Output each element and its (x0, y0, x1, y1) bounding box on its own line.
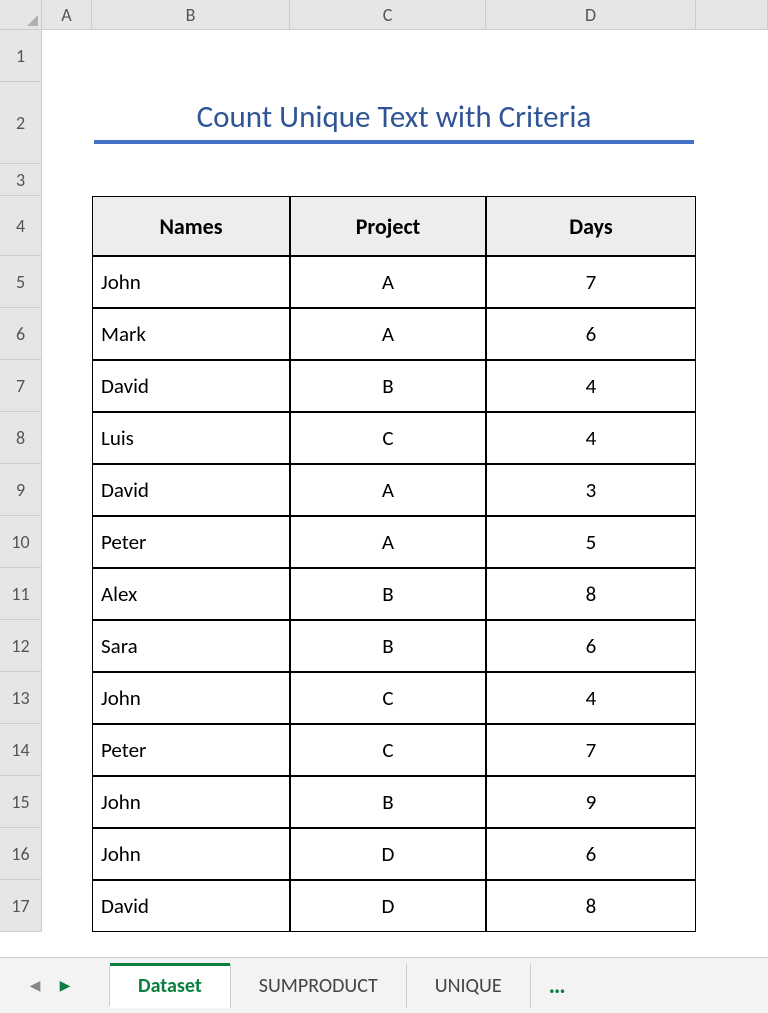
cell-name[interactable]: Peter (92, 516, 290, 568)
cell-name[interactable]: Alex (92, 568, 290, 620)
cell-days[interactable]: 5 (486, 516, 696, 568)
col-header-blank[interactable] (696, 0, 768, 30)
cell-name[interactable]: David (92, 464, 290, 516)
cell-project[interactable]: C (290, 412, 486, 464)
cell-days[interactable]: 4 (486, 672, 696, 724)
col-header-B[interactable]: B (92, 0, 290, 30)
col-header-A[interactable]: A (42, 0, 92, 30)
cell-days[interactable]: 3 (486, 464, 696, 516)
col-header-D[interactable]: D (486, 0, 696, 30)
cell-name[interactable]: John (92, 256, 290, 308)
tab-dataset[interactable]: Dataset (110, 964, 231, 1008)
tab-sumproduct[interactable]: SUMPRODUCT (231, 964, 407, 1008)
cell-days[interactable]: 6 (486, 620, 696, 672)
row-header-4[interactable]: 4 (0, 196, 42, 256)
select-all-corner[interactable] (0, 0, 42, 30)
spreadsheet-grid: A B C D 1 2 3 4 5 6 7 8 9 10 11 12 13 14… (0, 0, 768, 953)
row-header-9[interactable]: 9 (0, 464, 42, 516)
cell-name[interactable]: John (92, 672, 290, 724)
tab-spacer (80, 966, 110, 1006)
cell-name[interactable]: Mark (92, 308, 290, 360)
cell-project[interactable]: C (290, 724, 486, 776)
sheet-tabstrip: ◀ ▶ Dataset SUMPRODUCT UNIQUE … (0, 957, 768, 1013)
row-header-15[interactable]: 15 (0, 776, 42, 828)
cell-name[interactable]: Peter (92, 724, 290, 776)
cell-project[interactable]: C (290, 672, 486, 724)
cell-project[interactable]: D (290, 828, 486, 880)
header-project[interactable]: Project (290, 196, 486, 256)
row-header-6[interactable]: 6 (0, 308, 42, 360)
cell-days[interactable]: 7 (486, 256, 696, 308)
col-header-C[interactable]: C (290, 0, 486, 30)
header-names[interactable]: Names (92, 196, 290, 256)
row-header-1[interactable]: 1 (0, 30, 42, 82)
tab-more-button[interactable]: … (531, 971, 584, 1000)
row-header-13[interactable]: 13 (0, 672, 42, 724)
cell-days[interactable]: 9 (486, 776, 696, 828)
row-header-14[interactable]: 14 (0, 724, 42, 776)
header-days[interactable]: Days (486, 196, 696, 256)
cell-days[interactable]: 6 (486, 828, 696, 880)
cell-name[interactable]: John (92, 828, 290, 880)
cell-project[interactable]: A (290, 256, 486, 308)
row-header-17[interactable]: 17 (0, 880, 42, 932)
row-header-3[interactable]: 3 (0, 164, 42, 196)
cell-project[interactable]: A (290, 308, 486, 360)
page-title[interactable]: Count Unique Text with Criteria (92, 82, 696, 164)
row-header-8[interactable]: 8 (0, 412, 42, 464)
cell-project[interactable]: B (290, 620, 486, 672)
title-text: Count Unique Text with Criteria (197, 98, 592, 136)
cell-name[interactable]: David (92, 880, 290, 932)
cell-project[interactable]: B (290, 776, 486, 828)
cell-project[interactable]: B (290, 360, 486, 412)
cell-days[interactable]: 7 (486, 724, 696, 776)
cell-project[interactable]: A (290, 516, 486, 568)
cell-project[interactable]: D (290, 880, 486, 932)
tab-nav-prev-icon[interactable]: ◀ (20, 971, 50, 1001)
cell-days[interactable]: 4 (486, 412, 696, 464)
row-header-16[interactable]: 16 (0, 828, 42, 880)
cell-name[interactable]: Luis (92, 412, 290, 464)
row-header-7[interactable]: 7 (0, 360, 42, 412)
row-header-10[interactable]: 10 (0, 516, 42, 568)
row-header-5[interactable]: 5 (0, 256, 42, 308)
cell-project[interactable]: A (290, 464, 486, 516)
cell-name[interactable]: Sara (92, 620, 290, 672)
row-header-12[interactable]: 12 (0, 620, 42, 672)
cell-days[interactable]: 8 (486, 568, 696, 620)
cell-days[interactable]: 4 (486, 360, 696, 412)
cell-days[interactable]: 6 (486, 308, 696, 360)
cell-days[interactable]: 8 (486, 880, 696, 932)
cell-project[interactable]: B (290, 568, 486, 620)
row-header-2[interactable]: 2 (0, 82, 42, 164)
cell-name[interactable]: John (92, 776, 290, 828)
row-header-11[interactable]: 11 (0, 568, 42, 620)
tab-unique[interactable]: UNIQUE (407, 964, 531, 1008)
cell-name[interactable]: David (92, 360, 290, 412)
tab-nav-next-icon[interactable]: ▶ (50, 971, 80, 1001)
